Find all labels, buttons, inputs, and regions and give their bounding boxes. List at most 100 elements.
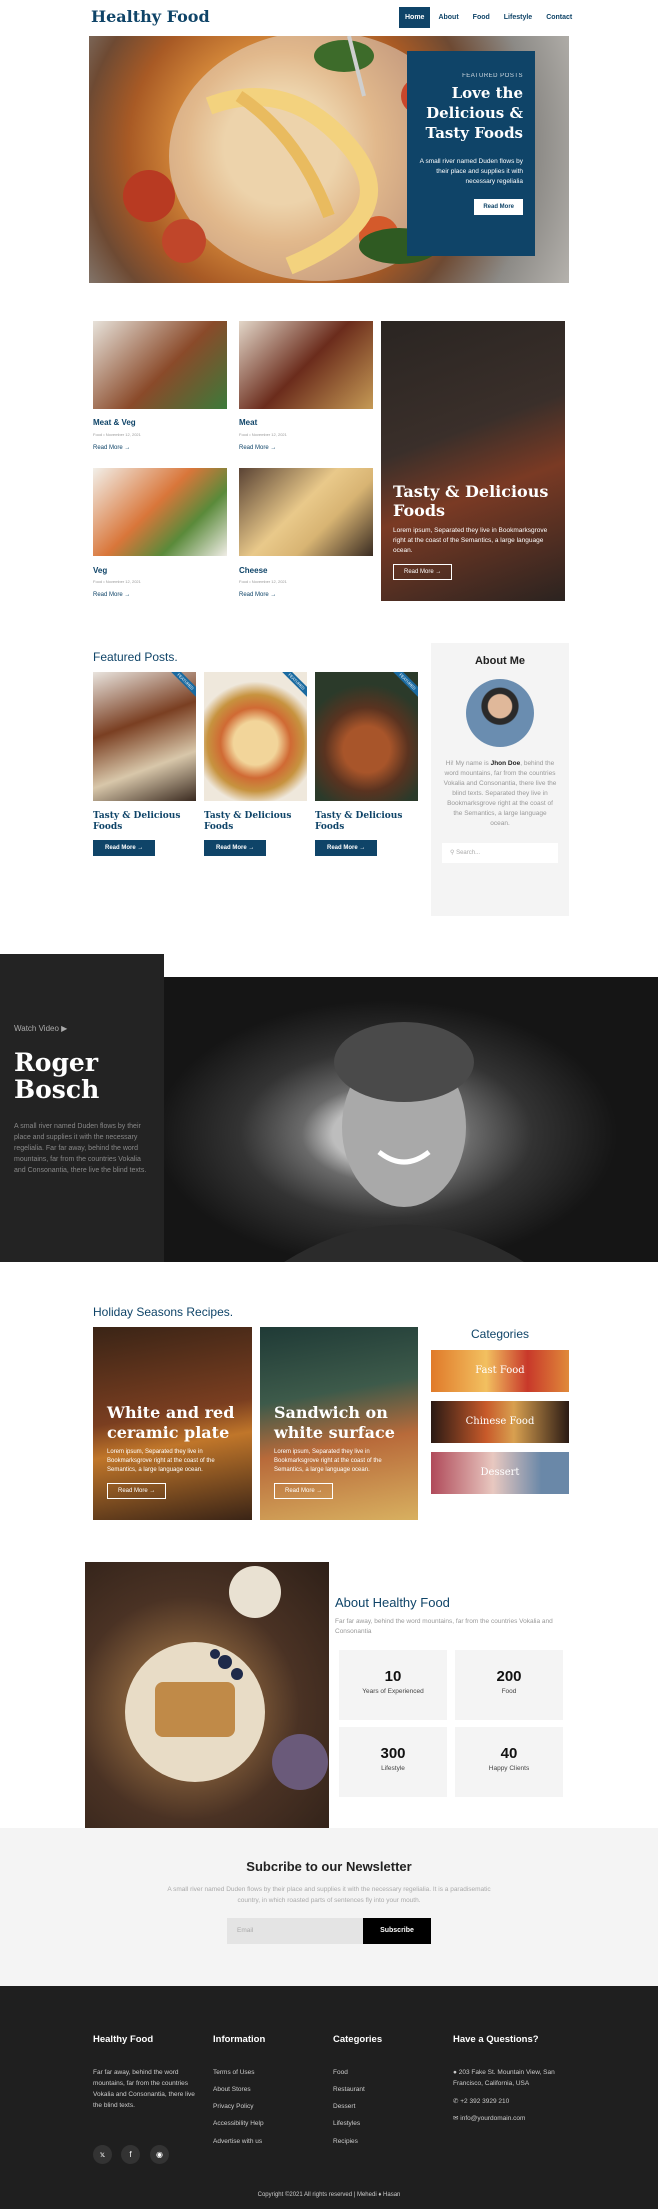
card-read-more-link[interactable]: Read More → xyxy=(93,445,130,451)
footer-link[interactable]: Dessert xyxy=(333,2103,355,2110)
footer-link[interactable]: About Stores xyxy=(213,2086,251,2093)
about-me-heading: About Me xyxy=(474,655,526,667)
footer-link[interactable]: Terms of Uses xyxy=(213,2069,255,2076)
recipe-read-more-button[interactable]: Read More → xyxy=(107,1483,167,1499)
footer: Healthy Food Far far away, behind the wo… xyxy=(0,1986,658,2209)
newsletter-form: Email Subscribe xyxy=(0,1918,658,1944)
nav-contact[interactable]: Contact xyxy=(540,7,578,28)
recipe-read-more-button[interactable]: Read More → xyxy=(274,1483,334,1499)
instagram-icon[interactable]: ◉ xyxy=(150,2145,169,2164)
hero-text: A small river named Duden flows by their… xyxy=(419,158,523,185)
search-input[interactable]: ⚲ Search... xyxy=(442,843,558,863)
newsletter-section: Subcribe to our Newsletter A small river… xyxy=(0,1828,658,1986)
featured-read-more-button[interactable]: Read More → xyxy=(315,840,378,856)
video-text: A small river named Duden flows by their… xyxy=(14,1123,147,1174)
play-icon[interactable]: ▶ xyxy=(61,1024,67,1033)
featured-post-title[interactable]: Tasty & Delicious Foods xyxy=(204,811,307,833)
recipe-text: Lorem ipsum, Separated they live in Book… xyxy=(274,1449,382,1473)
card-meta: Food • November 12, 2021 xyxy=(239,579,287,584)
about-food-heading: About Healthy Food xyxy=(335,1595,450,1610)
search-icon: ⚲ xyxy=(450,850,455,856)
hero-kicker: FEATURED POSTS xyxy=(462,73,523,79)
stat-box: 40 Happy Clients xyxy=(455,1727,563,1797)
card-image-meat-veg[interactable] xyxy=(93,321,227,409)
recipe-title[interactable]: Sandwich on white surface xyxy=(274,1403,404,1443)
category-chinese-food[interactable]: Chinese Food xyxy=(431,1401,569,1443)
featured-image[interactable]: FEATURED xyxy=(93,672,196,801)
about-food-image xyxy=(85,1562,329,1828)
stat-box: 300 Lifestyle xyxy=(339,1727,447,1797)
about-food-text: Far far away, behind the word mountains,… xyxy=(335,1618,553,1635)
facebook-icon[interactable]: f xyxy=(121,2145,140,2164)
nav-food[interactable]: Food xyxy=(467,7,496,28)
big-card-read-more-button[interactable]: Read More → xyxy=(393,564,453,580)
recipe-title[interactable]: White and red ceramic plate xyxy=(107,1403,238,1443)
featured-heading: Featured Posts. xyxy=(93,650,178,664)
newsletter-heading: Subcribe to our Newsletter xyxy=(246,1859,412,1874)
recipe-card[interactable]: White and red ceramic plate Lorem ipsum,… xyxy=(93,1327,252,1520)
newsletter-text: A small river named Duden flows by their… xyxy=(167,1886,491,1904)
footer-address: ● 203 Fake St. Mountain View, San Franci… xyxy=(453,2069,555,2087)
big-card-title[interactable]: Tasty & Delicious Foods xyxy=(393,482,553,520)
card-title[interactable]: Veg xyxy=(93,566,107,575)
mail-icon: ✉ xyxy=(453,2115,459,2122)
copyright: Copyright ©2021 All rights reserved | Me… xyxy=(257,2192,401,2198)
footer-link[interactable]: Lifestyles xyxy=(333,2120,360,2127)
site-logo[interactable]: Healthy Food xyxy=(91,7,210,26)
footer-link[interactable]: Food xyxy=(333,2069,348,2076)
big-feature-card[interactable]: Tasty & Delicious Foods Lorem ipsum, Sep… xyxy=(381,321,565,601)
video-info-panel: Watch Video ▶ Roger Bosch A small river … xyxy=(0,954,164,1262)
footer-link[interactable]: Recipies xyxy=(333,2138,358,2145)
card-title[interactable]: Meat & Veg xyxy=(93,418,136,427)
featured-badge: FEATURED xyxy=(168,672,196,699)
watch-video-link[interactable]: Watch Video ▶ xyxy=(14,1024,150,1033)
footer-heading: Information xyxy=(213,2034,266,2045)
card-meta: Food • November 12, 2021 xyxy=(239,432,287,437)
featured-read-more-button[interactable]: Read More → xyxy=(204,840,267,856)
main-nav: Home About Food Lifestyle Contact xyxy=(399,7,578,28)
footer-link[interactable]: Accessibility Help xyxy=(213,2120,264,2127)
footer-phone[interactable]: ✆ +2 392 3929 210 xyxy=(453,2097,509,2105)
featured-post-title[interactable]: Tasty & Delicious Foods xyxy=(315,811,418,833)
footer-link[interactable]: Advertise with us xyxy=(213,2138,262,2145)
portrait-illustration xyxy=(284,1022,524,1262)
categories-heading: Categories xyxy=(470,1327,530,1341)
phone-icon: ✆ xyxy=(453,2098,459,2105)
featured-badge: FEATURED xyxy=(390,672,418,699)
big-card-text: Lorem ipsum, Separated they live in Book… xyxy=(393,527,548,554)
card-read-more-link[interactable]: Read More → xyxy=(93,592,130,598)
nav-lifestyle[interactable]: Lifestyle xyxy=(498,7,538,28)
card-image-cheese[interactable] xyxy=(239,468,373,556)
featured-read-more-button[interactable]: Read More → xyxy=(93,840,156,856)
twitter-icon[interactable]: 𝕩 xyxy=(93,2145,112,2164)
card-meta: Food • November 12, 2021 xyxy=(93,432,141,437)
recipe-card[interactable]: Sandwich on white surface Lorem ipsum, S… xyxy=(260,1327,418,1520)
card-title[interactable]: Cheese xyxy=(239,566,267,575)
footer-heading: Have a Questions? xyxy=(453,2034,539,2045)
category-dessert[interactable]: Dessert xyxy=(431,1452,569,1494)
video-background-image[interactable] xyxy=(164,977,658,1262)
footer-heading: Categories xyxy=(333,2034,383,2045)
about-me-name: Jhon Doe xyxy=(490,760,521,767)
category-fast-food[interactable]: Fast Food xyxy=(431,1350,569,1392)
featured-post-title[interactable]: Tasty & Delicious Foods xyxy=(93,811,196,833)
footer-email[interactable]: ✉ info@yourdomain.com xyxy=(453,2114,525,2122)
hero-read-more-button[interactable]: Read More xyxy=(474,199,523,215)
card-read-more-link[interactable]: Read More → xyxy=(239,445,276,451)
email-field[interactable]: Email xyxy=(227,1918,363,1944)
featured-image[interactable]: FEATURED xyxy=(204,672,307,801)
subscribe-button[interactable]: Subscribe xyxy=(363,1918,431,1944)
card-image-veg[interactable] xyxy=(93,468,227,556)
featured-image[interactable]: FEATURED xyxy=(315,672,418,801)
about-me-text: Hi! My name is Jhon Doe, behind the word… xyxy=(443,760,557,827)
card-read-more-link[interactable]: Read More → xyxy=(239,592,276,598)
holiday-heading: Holiday Seasons Recipes. xyxy=(93,1305,234,1319)
card-title[interactable]: Meat xyxy=(239,418,257,427)
footer-link[interactable]: Restaurant xyxy=(333,2086,365,2093)
nav-about[interactable]: About xyxy=(432,7,464,28)
card-image-meat[interactable] xyxy=(239,321,373,409)
stat-box: 10 Years of Experienced xyxy=(339,1650,447,1720)
nav-home[interactable]: Home xyxy=(399,7,431,28)
video-name: Roger Bosch xyxy=(14,1048,100,1104)
footer-link[interactable]: Privacy Policy xyxy=(213,2103,253,2110)
